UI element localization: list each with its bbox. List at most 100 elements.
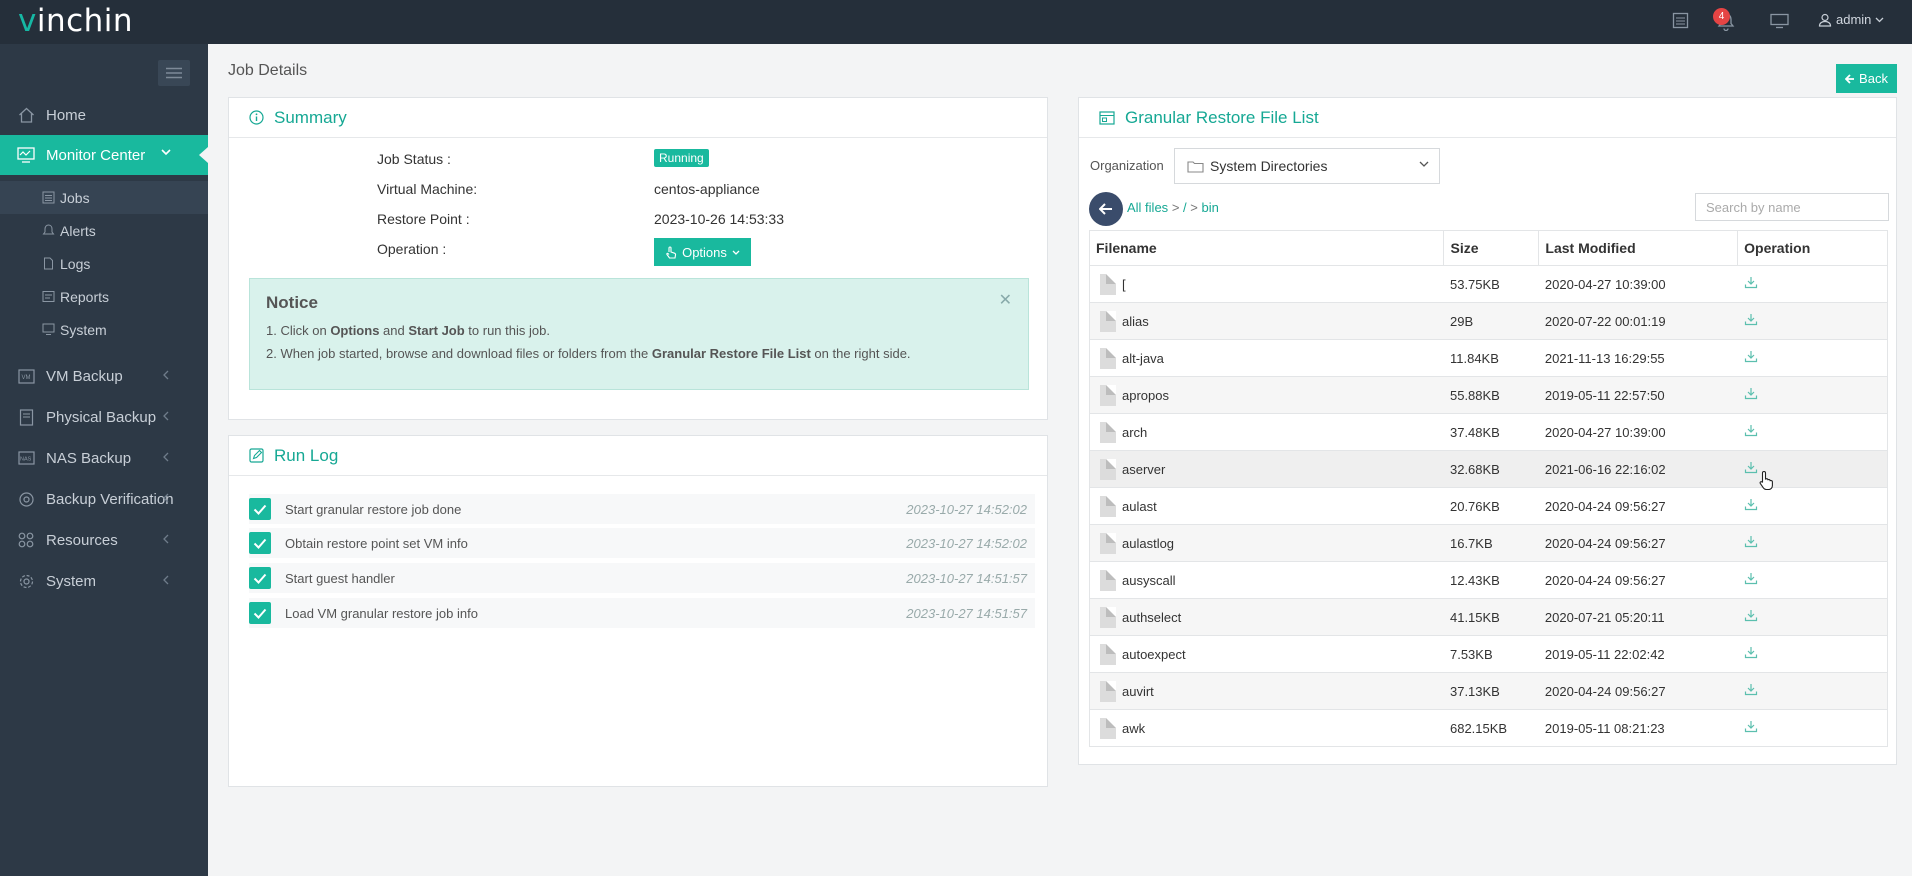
user-menu[interactable]: admin bbox=[1818, 12, 1884, 27]
operation-label: Operation : bbox=[377, 241, 447, 257]
sidebar-sub-logs[interactable]: Logs bbox=[0, 247, 208, 280]
table-row[interactable]: alias 29B 2020-07-22 00:01:19 bbox=[1088, 302, 1888, 340]
navigate-back-button[interactable] bbox=[1089, 192, 1123, 226]
download-icon[interactable] bbox=[1744, 424, 1758, 437]
top-bar: vinchin 4 admin bbox=[0, 0, 1912, 44]
sidebar-toggle-button[interactable] bbox=[158, 60, 190, 86]
vm-label: Virtual Machine: bbox=[377, 181, 478, 197]
cell-last-modified: 2020-04-27 10:39:00 bbox=[1538, 413, 1738, 451]
display-icon[interactable] bbox=[1770, 13, 1789, 29]
sidebar-item-nas-backup[interactable]: NAS NAS Backup bbox=[0, 438, 208, 478]
cell-filename[interactable]: awk bbox=[1088, 709, 1444, 747]
file-list-panel: Granular Restore File List Organization … bbox=[1078, 97, 1897, 765]
sidebar-item-resources[interactable]: Resources bbox=[0, 520, 208, 560]
verify-icon bbox=[16, 491, 36, 508]
download-icon[interactable] bbox=[1744, 350, 1758, 363]
table-row[interactable]: arch 37.48KB 2020-04-27 10:39:00 bbox=[1088, 413, 1888, 451]
download-icon[interactable] bbox=[1744, 313, 1758, 326]
cell-filename[interactable]: aulastlog bbox=[1088, 524, 1444, 562]
file-icon bbox=[1100, 569, 1116, 591]
sidebar-item-home[interactable]: Home bbox=[0, 95, 208, 135]
vinchin-logo[interactable]: vinchin bbox=[18, 3, 133, 39]
file-icon bbox=[1100, 606, 1116, 628]
cell-size: 32.68KB bbox=[1443, 450, 1539, 488]
cell-last-modified: 2020-07-21 05:20:11 bbox=[1538, 598, 1738, 636]
download-icon[interactable] bbox=[1744, 498, 1758, 511]
table-header-row: Filename Size Last Modified Operation bbox=[1088, 230, 1888, 266]
table-row[interactable]: alt-java 11.84KB 2021-11-13 16:29:55 bbox=[1088, 339, 1888, 377]
file-icon bbox=[1100, 347, 1116, 369]
sidebar-sub-alerts[interactable]: Alerts bbox=[0, 214, 208, 247]
sidebar-item-physical-backup[interactable]: Physical Backup bbox=[0, 397, 208, 437]
table-row[interactable]: authselect 41.15KB 2020-07-21 05:20:11 bbox=[1088, 598, 1888, 636]
cell-operation bbox=[1737, 265, 1888, 303]
cell-size: 12.43KB bbox=[1443, 561, 1539, 599]
cell-filename[interactable]: [ bbox=[1088, 265, 1444, 303]
download-icon[interactable] bbox=[1744, 572, 1758, 585]
restore-point-value: 2023-10-26 14:53:33 bbox=[654, 211, 784, 227]
chevron-left-icon bbox=[156, 534, 176, 544]
table-row[interactable]: aulastlog 16.7KB 2020-04-24 09:56:27 bbox=[1088, 524, 1888, 562]
download-icon[interactable] bbox=[1744, 683, 1758, 696]
col-size[interactable]: Size bbox=[1443, 230, 1540, 266]
table-row[interactable]: [53.75KB 2020-04-27 10:39:00 bbox=[1088, 265, 1888, 303]
sidebar-item-system[interactable]: System bbox=[0, 561, 208, 601]
svg-text:NAS: NAS bbox=[20, 457, 32, 463]
sidebar-item-vm-backup[interactable]: VM VM Backup bbox=[0, 356, 208, 396]
cell-operation bbox=[1737, 376, 1888, 414]
notice-title: Notice bbox=[266, 293, 318, 312]
cell-filename[interactable]: arch bbox=[1088, 413, 1444, 451]
sidebar-sub-jobs[interactable]: Jobs bbox=[0, 181, 208, 214]
sidebar-sub-system[interactable]: System bbox=[0, 313, 208, 346]
sidebar-item-backup-verification[interactable]: Backup Verification bbox=[0, 479, 208, 519]
summary-panel: Summary Job Status : Running Virtual Mac… bbox=[228, 97, 1048, 420]
cell-last-modified: 2020-07-22 00:01:19 bbox=[1538, 302, 1738, 340]
summary-header: Summary bbox=[229, 98, 1047, 138]
cell-filename[interactable]: apropos bbox=[1088, 376, 1444, 414]
download-icon[interactable] bbox=[1744, 461, 1758, 474]
table-row[interactable]: autoexpect 7.53KB 2019-05-11 22:02:42 bbox=[1088, 635, 1888, 673]
cell-filename[interactable]: auvirt bbox=[1088, 672, 1444, 710]
cell-filename[interactable]: autoexpect bbox=[1088, 635, 1444, 673]
task-list-icon[interactable] bbox=[1672, 12, 1689, 29]
cell-filename[interactable]: authselect bbox=[1088, 598, 1444, 636]
col-last-modified[interactable]: Last Modified bbox=[1538, 230, 1739, 266]
home-icon bbox=[16, 107, 36, 123]
crumb-root[interactable]: / bbox=[1183, 200, 1187, 215]
table-row[interactable]: ausyscall 12.43KB 2020-04-24 09:56:27 bbox=[1088, 561, 1888, 599]
crumb-all-files[interactable]: All files bbox=[1127, 200, 1168, 215]
cell-last-modified: 2020-04-24 09:56:27 bbox=[1538, 524, 1738, 562]
download-icon[interactable] bbox=[1744, 535, 1758, 548]
table-row[interactable]: awk 682.15KB 2019-05-11 08:21:23 bbox=[1088, 709, 1888, 747]
back-button[interactable]: Back bbox=[1836, 64, 1897, 93]
cell-filename[interactable]: aulast bbox=[1088, 487, 1444, 525]
cell-filename[interactable]: ausyscall bbox=[1088, 561, 1444, 599]
table-row[interactable]: apropos 55.88KB 2019-05-11 22:57:50 bbox=[1088, 376, 1888, 414]
download-icon[interactable] bbox=[1744, 387, 1758, 400]
cell-filename[interactable]: aserver bbox=[1088, 450, 1444, 488]
sidebar-item-monitor-center[interactable]: Monitor Center bbox=[0, 135, 208, 175]
download-icon[interactable] bbox=[1744, 720, 1758, 733]
bell-icon bbox=[40, 224, 56, 237]
crumb-bin[interactable]: bin bbox=[1202, 200, 1219, 215]
close-icon[interactable]: ✕ bbox=[999, 293, 1012, 309]
search-input[interactable] bbox=[1695, 193, 1889, 221]
system-icon bbox=[40, 323, 56, 336]
col-filename[interactable]: Filename bbox=[1088, 230, 1445, 266]
hand-pointer-icon bbox=[665, 245, 677, 259]
edit-icon bbox=[249, 448, 264, 463]
download-icon[interactable] bbox=[1744, 646, 1758, 659]
organization-label: Organization bbox=[1090, 158, 1164, 173]
chevron-down-icon bbox=[1875, 17, 1884, 23]
download-icon[interactable] bbox=[1744, 609, 1758, 622]
sidebar-sub-reports[interactable]: Reports bbox=[0, 280, 208, 313]
username: admin bbox=[1836, 12, 1872, 27]
organization-select[interactable]: System Directories bbox=[1174, 148, 1440, 184]
table-row[interactable]: auvirt 37.13KB 2020-04-24 09:56:27 bbox=[1088, 672, 1888, 710]
download-icon[interactable] bbox=[1744, 276, 1758, 289]
cell-size: 29B bbox=[1443, 302, 1539, 340]
cell-filename[interactable]: alt-java bbox=[1088, 339, 1444, 377]
cell-filename[interactable]: alias bbox=[1088, 302, 1444, 340]
options-button[interactable]: Options bbox=[654, 238, 751, 266]
chevron-left-icon bbox=[156, 452, 176, 462]
